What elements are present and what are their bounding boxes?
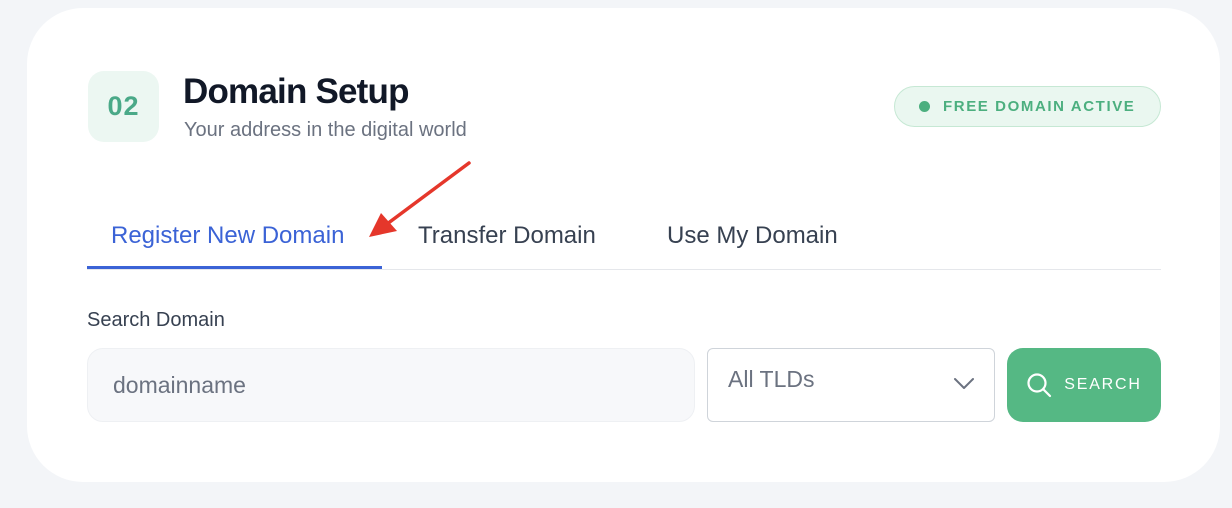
step-number-badge: 02 [88, 71, 159, 142]
tab-register-new-domain[interactable]: Register New Domain [111, 222, 344, 250]
status-dot-icon [919, 101, 930, 112]
search-icon [1027, 373, 1052, 398]
domain-search-input[interactable] [87, 348, 695, 422]
page-title: Domain Setup [183, 72, 410, 111]
chevron-down-icon [954, 378, 974, 389]
step-number: 02 [107, 91, 140, 121]
domain-setup-card: 02 Domain Setup Your address in the digi… [27, 8, 1220, 482]
tab-transfer-domain[interactable]: Transfer Domain [418, 222, 596, 250]
tld-selected-value: All TLDs [728, 366, 815, 392]
search-domain-label: Search Domain [87, 309, 225, 331]
tab-use-my-domain[interactable]: Use My Domain [667, 222, 838, 250]
active-tab-indicator [87, 266, 382, 269]
page-subtitle: Your address in the digital world [184, 119, 467, 141]
status-badge: FREE DOMAIN ACTIVE [894, 86, 1161, 127]
status-badge-text: FREE DOMAIN ACTIVE [943, 98, 1136, 115]
search-button-label: SEARCH [1064, 376, 1142, 393]
search-button[interactable]: SEARCH [1007, 348, 1161, 422]
domain-tabs: Register New Domain Transfer Domain Use … [87, 208, 1161, 270]
tld-select[interactable]: All TLDs [707, 348, 995, 422]
